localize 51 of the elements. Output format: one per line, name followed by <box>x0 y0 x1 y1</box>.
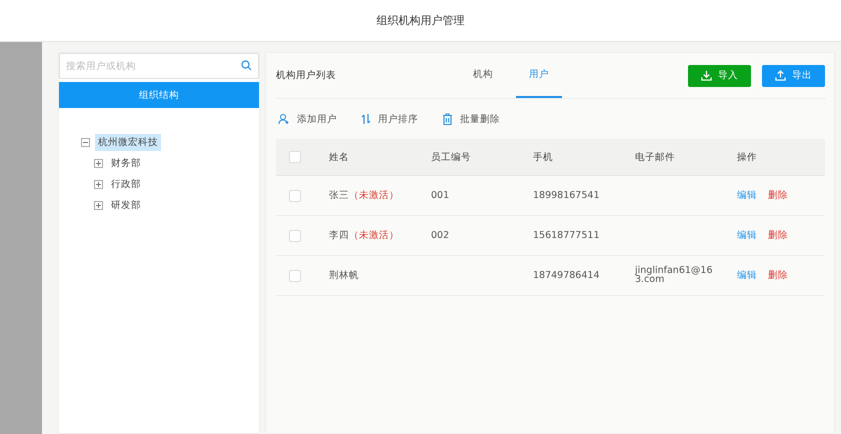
window-title: 组织机构用户管理 <box>376 13 464 28</box>
edit-link[interactable]: 编辑 <box>737 189 757 202</box>
sort-icon <box>361 113 371 125</box>
tree-item[interactable]: 行政部 <box>108 176 144 193</box>
export-button[interactable]: 导出 <box>762 64 825 86</box>
add-user-button[interactable]: 添加用户 <box>278 112 337 126</box>
row-checkbox[interactable] <box>289 270 301 282</box>
tree-item[interactable]: 研发部 <box>108 197 144 214</box>
sort-button[interactable]: 用户排序 <box>361 112 418 126</box>
section-header: 组织结构 <box>59 82 259 108</box>
download-icon <box>701 70 712 81</box>
table-cell: 002 <box>431 230 450 241</box>
edit-link[interactable]: 编辑 <box>737 269 757 282</box>
tab[interactable]: 用户 <box>516 53 562 98</box>
table-cell: 001 <box>431 190 450 201</box>
column-header: 姓名 <box>329 152 349 162</box>
column-header: 操作 <box>737 152 757 162</box>
column-header: 手机 <box>533 152 553 162</box>
trash-icon <box>442 113 453 125</box>
select-all-checkbox[interactable] <box>289 151 301 163</box>
expand-toggle[interactable] <box>94 180 103 189</box>
row-checkbox[interactable] <box>289 230 301 242</box>
import-button[interactable]: 导入 <box>688 64 751 86</box>
table-cell: 18998167541 <box>533 190 600 201</box>
row-checkbox[interactable] <box>289 190 301 202</box>
add-user-icon <box>278 113 290 125</box>
table-cell: 李四 <box>329 230 349 241</box>
column-header: 电子邮件 <box>635 152 675 162</box>
tab[interactable]: 机构 <box>460 53 506 98</box>
delete-link[interactable]: 删除 <box>768 269 788 282</box>
column-header: 员工编号 <box>431 152 471 162</box>
table-cell: 15618777511 <box>533 230 600 241</box>
table-cell: jinglinfan61@163.com <box>635 266 713 286</box>
delete-link[interactable]: 删除 <box>768 189 788 202</box>
edit-link[interactable]: 编辑 <box>737 229 757 242</box>
tree-item[interactable]: 杭州微宏科技 <box>95 134 161 151</box>
collapse-toggle[interactable] <box>81 138 90 147</box>
tree-item[interactable]: 财务部 <box>108 155 144 172</box>
status-label: （未激活） <box>349 230 399 241</box>
expand-toggle[interactable] <box>94 201 103 210</box>
panel-title: 机构用户列表 <box>276 69 337 82</box>
table-cell: 荆林帆 <box>329 270 359 281</box>
table-cell: 18749786414 <box>533 270 600 281</box>
search-field[interactable]: 搜索用户或机构 <box>59 53 259 79</box>
table-cell: 张三 <box>329 190 349 201</box>
upload-icon <box>775 70 786 81</box>
delete-link[interactable]: 删除 <box>768 229 788 242</box>
batch-delete-button[interactable]: 批量删除 <box>442 112 500 126</box>
status-label: （未激活） <box>349 190 399 201</box>
expand-toggle[interactable] <box>94 159 103 168</box>
search-icon <box>241 60 252 71</box>
